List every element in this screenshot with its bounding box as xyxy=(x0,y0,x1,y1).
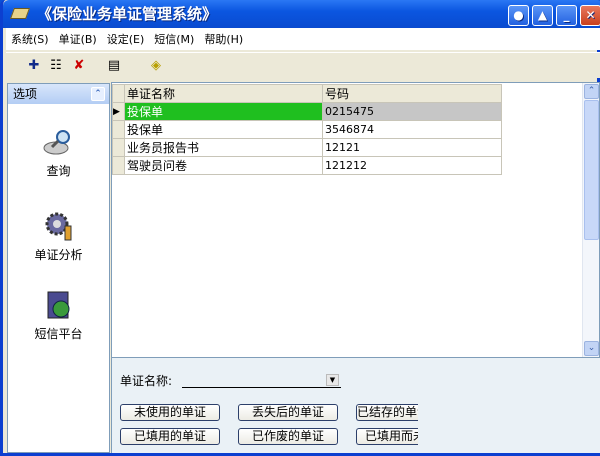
cell-number[interactable]: 12121 xyxy=(322,138,502,157)
row-indicator-icon: ▶ xyxy=(112,102,125,121)
sidebar-title: 选项 xyxy=(13,87,38,101)
add-icon[interactable]: ✚ xyxy=(26,58,42,74)
window-title: 《保险业务单证管理系统》 xyxy=(37,5,218,23)
doc-name-select[interactable]: ▼ xyxy=(182,372,341,388)
sidebar-item-label: 短信平台 xyxy=(34,327,83,341)
maximize-icon[interactable]: ▲ xyxy=(532,5,553,26)
cell-name[interactable]: 投保单 xyxy=(124,120,323,139)
lost-docs-button[interactable]: 丢失后的单证 xyxy=(238,404,338,421)
stocked-docs-button[interactable]: 已结存的单证 xyxy=(356,404,418,421)
collapse-icon[interactable]: ⌃ xyxy=(91,87,105,101)
grid-header: 单证名称 号码 xyxy=(112,84,502,103)
scroll-down-icon[interactable]: ⌄ xyxy=(584,341,599,356)
new-stack-icon[interactable]: ◈ xyxy=(148,58,164,74)
unused-docs-button[interactable]: 未使用的单证 xyxy=(120,404,220,421)
list-icon[interactable]: ☷ xyxy=(48,58,64,74)
minimize-button[interactable]: _ xyxy=(556,5,577,26)
scroll-thumb[interactable] xyxy=(584,100,599,240)
sidebar-header: 选项 ⌃ xyxy=(8,84,109,104)
menu-bar: 系统(S) 单证(B) 设定(E) 短信(M) 帮助(H) xyxy=(6,28,600,50)
voided-docs-button[interactable]: 已作废的单证 xyxy=(238,428,338,445)
doc-name-label: 单证名称: xyxy=(120,374,173,388)
scroll-up-icon[interactable]: ⌃ xyxy=(584,84,599,99)
menu-system[interactable]: 系统(S) xyxy=(6,31,54,47)
restore-icon[interactable]: ● xyxy=(508,5,529,26)
magnifier-icon xyxy=(43,126,75,158)
sidebar-item-label: 单证分析 xyxy=(34,248,83,262)
toolbar: ✚ ☷ ✘ ▤ ◈ xyxy=(6,52,600,78)
table-row[interactable]: 业务员报告书 12121 xyxy=(112,138,502,157)
vertical-scrollbar[interactable]: ⌃ ⌄ xyxy=(582,83,599,357)
cell-number[interactable]: 0215475 xyxy=(322,102,502,121)
sidebar-item-label: 查询 xyxy=(46,164,71,178)
sidebar-item-query[interactable]: 查询 xyxy=(8,126,109,179)
document-grid: 单证名称 号码 ▶ 投保单 0215475 投保单 3546874 业务员报告书 1212… xyxy=(111,82,600,358)
cell-name[interactable]: 业务员报告书 xyxy=(124,138,323,157)
filter-panel: 单证名称: ▼ 未使用的单证 丢失后的单证 已结存的单证 已填用的单证 已作废的… xyxy=(111,358,600,453)
filled-not-docs-button[interactable]: 已填用而未 xyxy=(356,428,418,445)
chevron-down-icon[interactable]: ▼ xyxy=(326,374,339,386)
app-icon xyxy=(9,8,31,19)
cell-name[interactable]: 投保单 xyxy=(124,102,323,121)
menu-settings[interactable]: 设定(E) xyxy=(102,31,150,47)
cell-number[interactable]: 121212 xyxy=(322,156,502,175)
column-header-number[interactable]: 号码 xyxy=(322,84,502,103)
table-row[interactable]: 投保单 3546874 xyxy=(112,120,502,139)
column-header-name[interactable]: 单证名称 xyxy=(124,84,323,103)
table-row[interactable]: 驾驶员问卷 121212 xyxy=(112,156,502,175)
menu-sms[interactable]: 短信(M) xyxy=(149,31,199,47)
sidebar-item-analysis[interactable]: 单证分析 xyxy=(8,210,109,263)
close-button[interactable]: ✕ xyxy=(580,5,600,26)
sidebar-item-sms[interactable]: 短信平台 xyxy=(8,289,109,342)
menu-help[interactable]: 帮助(H) xyxy=(199,31,248,47)
cell-name[interactable]: 驾驶员问卷 xyxy=(124,156,323,175)
sms-globe-icon xyxy=(43,289,75,321)
menu-document[interactable]: 单证(B) xyxy=(54,31,102,47)
table-row[interactable]: ▶ 投保单 0215475 xyxy=(112,102,502,121)
main-window: 《保险业务单证管理系统》 ● ▲ _ ✕ 系统(S) 单证(B) 设定(E) 短… xyxy=(0,0,600,456)
gear-analysis-icon xyxy=(43,210,75,242)
sidebar: 选项 ⌃ 查询 单证分析 短信平台 xyxy=(7,83,110,453)
cell-number[interactable]: 3546874 xyxy=(322,120,502,139)
title-bar: 《保险业务单证管理系统》 ● ▲ _ ✕ xyxy=(3,0,600,28)
form-icon[interactable]: ▤ xyxy=(106,58,122,74)
filled-docs-button[interactable]: 已填用的单证 xyxy=(120,428,220,445)
delete-doc-icon[interactable]: ✘ xyxy=(71,58,87,74)
